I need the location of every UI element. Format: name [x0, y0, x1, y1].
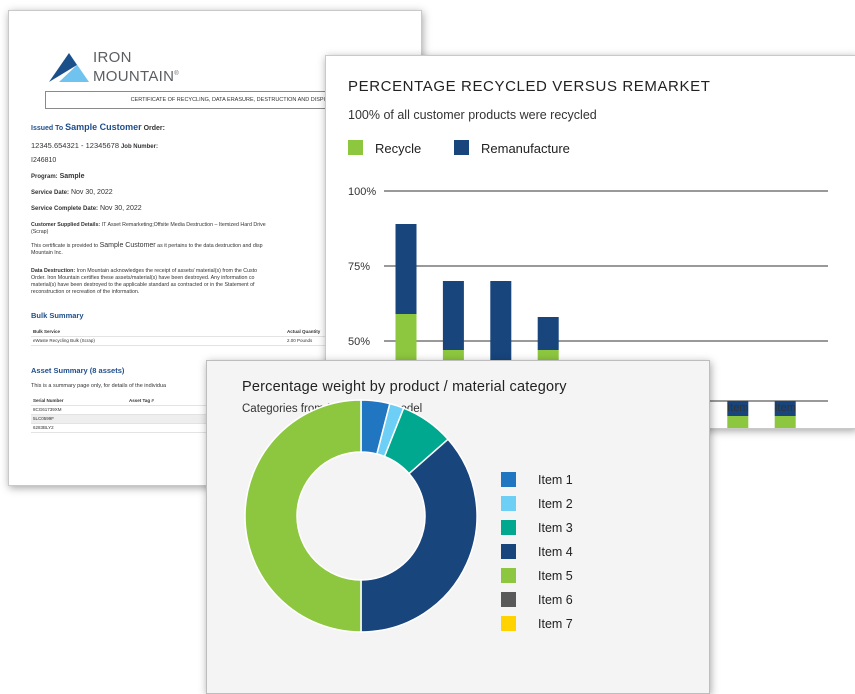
order-number: 12345.654321 - 12345678	[31, 141, 120, 150]
legend-swatch	[501, 544, 516, 559]
y-tick-label: 100%	[348, 186, 376, 198]
bar-remanufacture-1	[395, 224, 417, 314]
legend-swatch	[501, 616, 516, 631]
logo-line2: MOUNTAIN	[93, 68, 175, 85]
x-tick-label: Item	[727, 402, 748, 414]
legend-item-5: Item 5	[501, 568, 573, 583]
legend-swatch	[501, 520, 516, 535]
legend-label: Item 2	[538, 497, 573, 511]
asset-summary-note: This is a summary page only, for details…	[31, 383, 167, 389]
legend-swatch	[501, 472, 516, 487]
job-number: I246810	[31, 157, 57, 164]
legend-label: Item 6	[538, 593, 573, 607]
bar-recycle-9	[774, 416, 796, 428]
asset-summary-heading: Asset Summary (8 assets)	[31, 366, 125, 375]
service-date-row: Service Date: Nov 30, 2022	[31, 189, 113, 196]
legend-label: Item 7	[538, 617, 573, 631]
y-tick-label: 50%	[348, 336, 370, 348]
issued-to-row: Issued To Sample Customer Order:	[31, 122, 165, 132]
legend-swatch	[501, 568, 516, 583]
legend-item-7: Item 7	[501, 616, 573, 631]
legend-label: Item 3	[538, 521, 573, 535]
order-row: 12345.654321 - 12345678 Job Number:	[31, 141, 158, 150]
logo-wordmark: IRON MOUNTAIN®	[93, 49, 179, 85]
legend-item-2: Item 2	[501, 496, 573, 511]
program-row: Program: Sample	[31, 173, 85, 180]
customer-name: Sample Customer	[65, 122, 142, 132]
material-category-chart-card: Percentage weight by product / material …	[206, 360, 710, 694]
x-tick-label: Item	[774, 402, 795, 414]
legend-item-1: Item 1	[501, 472, 573, 487]
bar-remanufacture-2	[442, 281, 464, 350]
service-complete-row: Service Complete Date: Nov 30, 2022	[31, 205, 142, 212]
logo-line1: IRON	[93, 49, 132, 66]
legend-swatch	[501, 592, 516, 607]
legend-item-3: Item 3	[501, 520, 573, 535]
legend-label: Item 5	[538, 569, 573, 583]
bar-recycle-8	[727, 416, 749, 428]
legend-swatch	[501, 496, 516, 511]
y-tick-label: 75%	[348, 261, 370, 273]
legend-item-6: Item 6	[501, 592, 573, 607]
legend-label: Item 4	[538, 545, 573, 559]
legend-item-4: Item 4	[501, 544, 573, 559]
registered-mark: ®	[174, 71, 180, 77]
legend-label: Item 1	[538, 473, 573, 487]
bar-remanufacture-4	[537, 317, 559, 350]
donut-slice-item-5	[244, 399, 362, 633]
bulk-summary-heading: Bulk Summary	[31, 311, 84, 320]
donut-chart	[244, 399, 478, 633]
donut-slice-item-4	[360, 438, 478, 633]
